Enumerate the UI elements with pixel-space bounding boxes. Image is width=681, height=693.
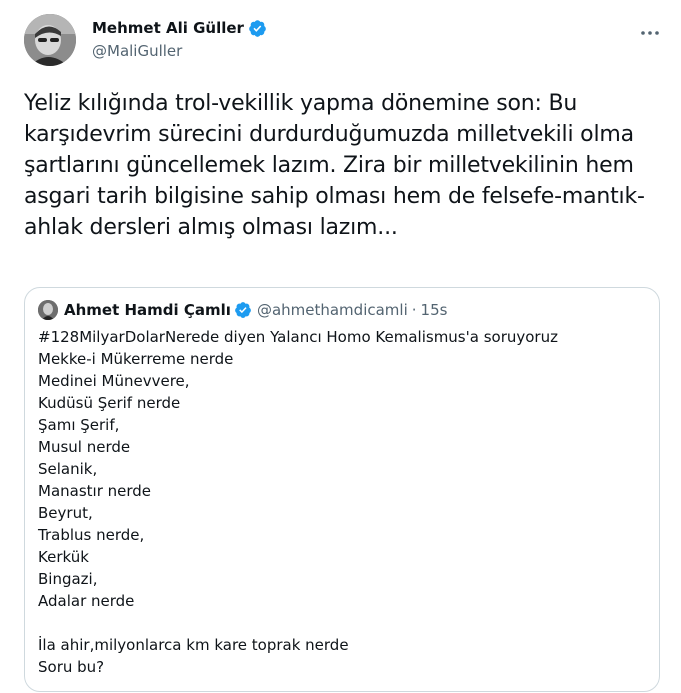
quote-author-avatar[interactable] — [38, 300, 58, 320]
tweet: Mehmet Ali Güller @MaliGuller Yeliz kılı… — [0, 0, 681, 693]
quote-timestamp[interactable]: 15s — [421, 301, 448, 319]
quoted-tweet[interactable]: Ahmet Hamdi Çamlı @ahmethamdicamli · 15s… — [24, 287, 660, 692]
author-info: Mehmet Ali Güller @MaliGuller — [92, 18, 267, 61]
verified-badge-icon — [248, 19, 267, 38]
author-handle[interactable]: @MaliGuller — [92, 41, 267, 61]
more-options-button[interactable] — [634, 14, 666, 46]
tweet-text: Yeliz kılığında trol-vekillik yapma döne… — [24, 91, 645, 240]
quote-text: #128MilyarDolarNerede diyen Yalancı Homo… — [38, 328, 558, 676]
quote-author-name[interactable]: Ahmet Hamdi Çamlı — [64, 301, 231, 319]
verified-badge-icon — [234, 301, 252, 319]
more-horizontal-icon — [640, 21, 660, 40]
author-name[interactable]: Mehmet Ali Güller — [92, 18, 244, 38]
author-avatar[interactable] — [24, 14, 76, 66]
author-name-row: Mehmet Ali Güller — [92, 18, 267, 38]
quote-author-handle[interactable]: @ahmethamdicamli — [257, 301, 408, 319]
quote-header: Ahmet Hamdi Çamlı @ahmethamdicamli · 15s — [38, 300, 447, 320]
quote-separator: · — [411, 301, 417, 319]
